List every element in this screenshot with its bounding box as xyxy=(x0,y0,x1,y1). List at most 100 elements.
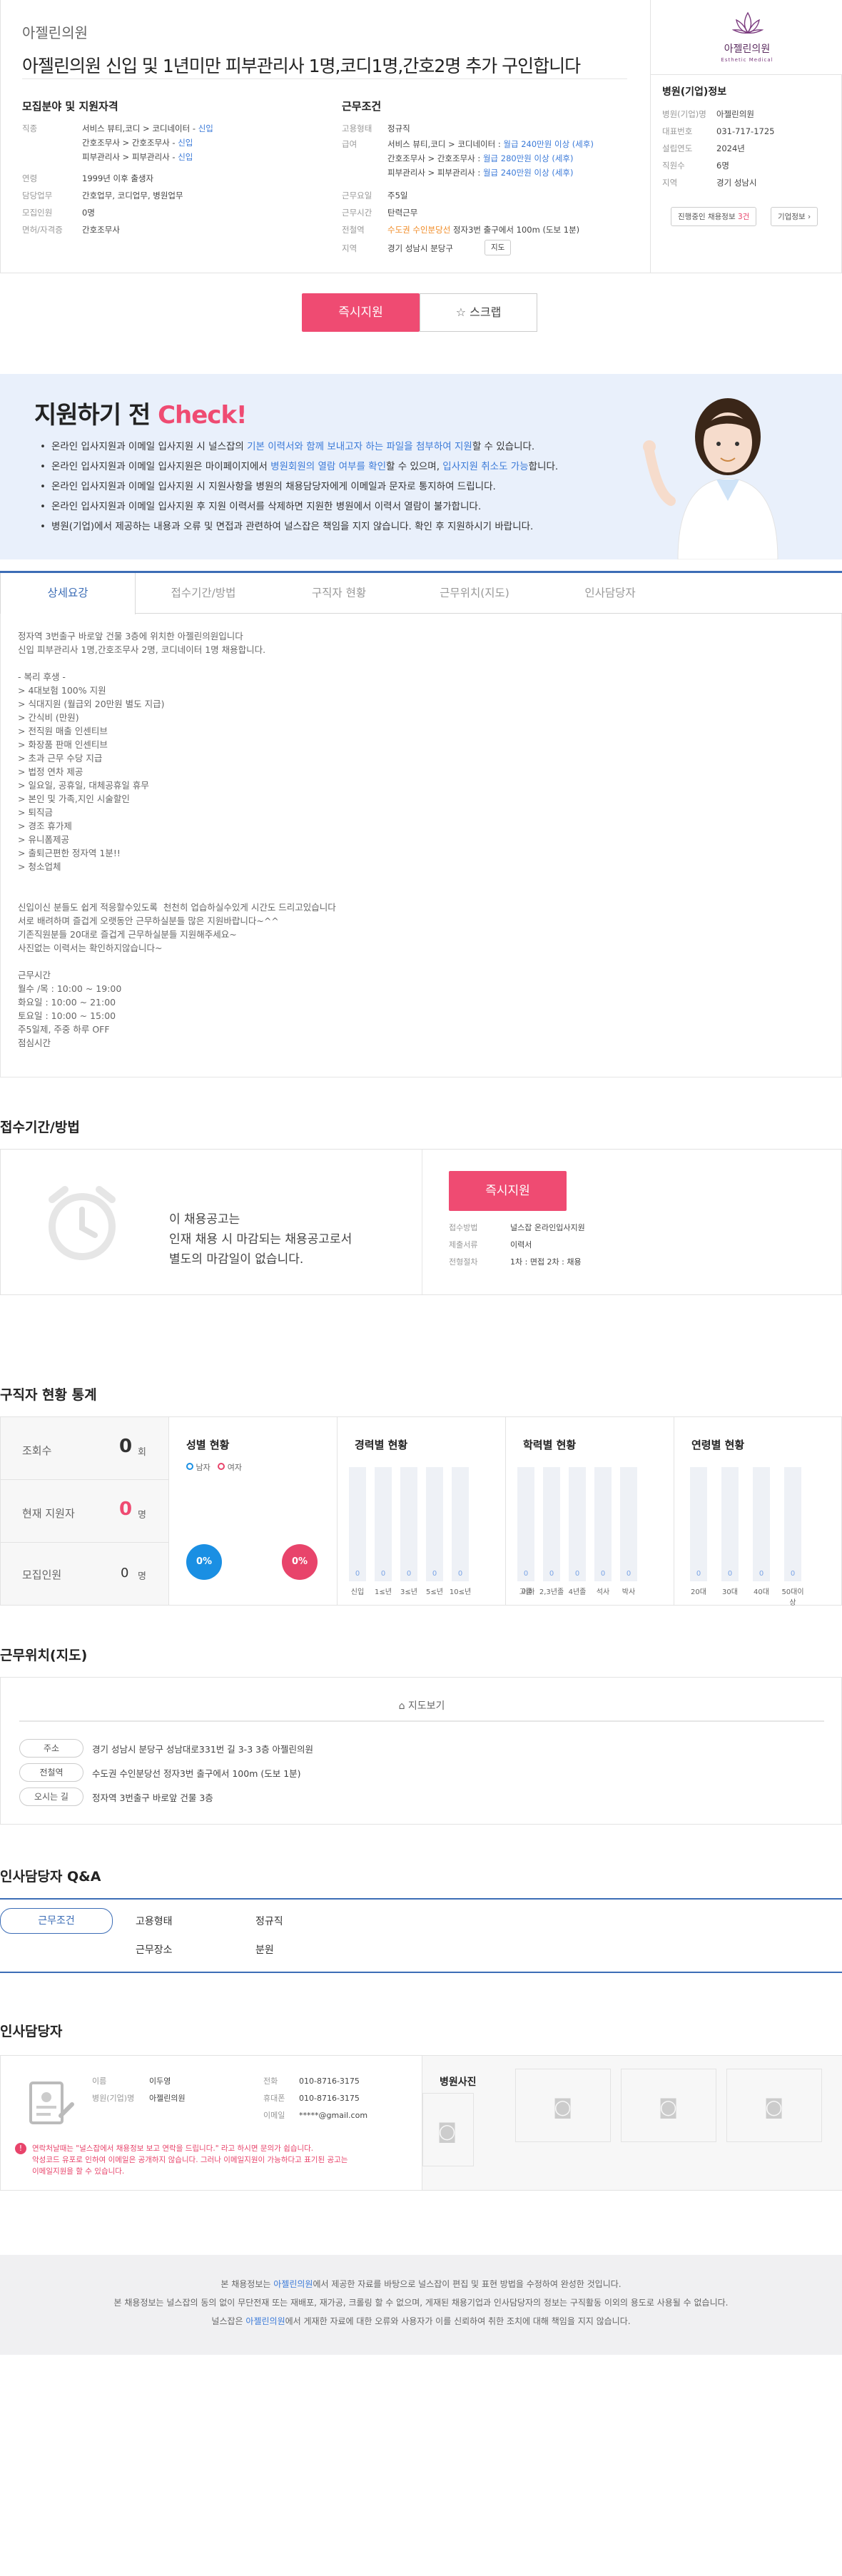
license-value: 간호조무사 xyxy=(82,225,120,235)
hospital-logo[interactable]: 아젤린의원 Esthetic Medical xyxy=(651,0,842,75)
hospital-row-value: 6명 xyxy=(716,161,729,171)
qa-box: 근무조건 고용형태 정규직 근무장소 분원 xyxy=(0,1898,842,1973)
nurse-illustration xyxy=(643,398,778,559)
footer-notice: 본 채용정보는 아젤린의원에서 제공한 자료를 바탕으로 널스잡이 편집 및 표… xyxy=(0,2255,842,2355)
stats-box: 조회수 0 회 현재 지원자 0 명 모집인원 0 명 성별 현황 남자 여자 … xyxy=(0,1416,842,1607)
reception-row-label: 전형절차 xyxy=(449,1257,478,1267)
reception-row-value: 널스잡 온라인입사지원 xyxy=(510,1223,585,1232)
bar-label: 석사 xyxy=(596,1588,610,1596)
applicants-row: 현재 지원자 0 명 xyxy=(1,1480,168,1543)
tab-detail[interactable]: 상세요강 xyxy=(0,573,136,614)
manager-box: 이름 이두영 병원(기업)명 아젤린의원 전화 010-8716-3175 휴대… xyxy=(0,2055,842,2191)
company-info-button[interactable]: 기업정보 › xyxy=(771,207,818,226)
reception-title: 접수기간/방법 xyxy=(0,1120,80,1135)
bar-value: 0 xyxy=(457,1570,463,1578)
emp-value: 정규직 xyxy=(387,123,410,133)
tab-reception[interactable]: 접수기간/방법 xyxy=(136,573,271,614)
profile-document-icon xyxy=(29,2081,74,2124)
stats-title: 구직자 현황 통계 xyxy=(0,1387,97,1403)
bar-label: 40대 xyxy=(754,1588,769,1596)
footer-line: 널스잡은 아젤린의원에서 게재한 자료에 대한 오류와 사용자가 이를 신뢰하여… xyxy=(211,2316,631,2326)
bar-label: 3≤년 xyxy=(400,1588,417,1596)
bar-label: 10≤년 xyxy=(449,1588,472,1596)
reception-row-value: 이력서 xyxy=(510,1240,532,1249)
hospital-row-value: 아젤린의원 xyxy=(716,109,754,119)
recruit-count: 0 xyxy=(121,1566,129,1581)
mobile-label: 휴대폰 xyxy=(263,2094,285,2103)
address-value: 경기 성남시 분당구 성남대로331번 길 3-3 3층 아젤린의원 xyxy=(92,1744,314,1755)
apply-now-button[interactable]: 즉시지원 xyxy=(302,293,420,332)
phone-label: 전화 xyxy=(263,2076,278,2086)
applicants-count: 0 xyxy=(119,1499,133,1520)
bar-label: 30대 xyxy=(722,1588,738,1596)
detail-content: 정자역 3번출구 바로앞 건물 3층에 위치한 아젤린의원입니다 신입 피부관리… xyxy=(0,614,842,1077)
ongoing-jobs-button[interactable]: 진행중인 채용정보 3건 xyxy=(671,207,757,226)
hospital-photo[interactable]: ◙ xyxy=(621,2069,716,2142)
applicants-unit: 명 xyxy=(138,1510,146,1521)
manager-rows-left: 이름 이두영 병원(기업)명 아젤린의원 xyxy=(92,2074,220,2117)
hospital-row-value: 경기 성남시 xyxy=(716,178,757,188)
subway-label: 전철역 xyxy=(19,1763,83,1782)
pay-line: 피부관리사 > 피부관리사 : 월급 240만원 이상 (세후) xyxy=(387,168,574,178)
hospital-photo[interactable]: ◙ xyxy=(515,2069,611,2142)
bar-track xyxy=(784,1467,801,1581)
map-small-button[interactable]: 지도 xyxy=(485,240,512,255)
location-title: 근무위치(지도) xyxy=(0,1648,88,1663)
count-label: 모집인원 xyxy=(22,208,53,218)
manager-name-label: 이름 xyxy=(92,2076,107,2086)
tab-location[interactable]: 근무위치(지도) xyxy=(407,573,542,614)
hospital-info-rows: 병원(기업)명 아젤린의원 대표번호 031-717-1725 설립연도 202… xyxy=(662,107,833,207)
job-values: 서비스 뷰티,코디 > 코디네이터 - 신입 간호조무사 > 간호조무사 - 신… xyxy=(82,121,213,164)
condition-section-title: 근무조건 xyxy=(342,100,382,113)
condition-rows: 고용형태 정규직 급여 서비스 뷰티,코디 > 코디네이터 : 월급 240만원… xyxy=(342,120,641,291)
qa-tab-condition[interactable]: 근무조건 xyxy=(0,1908,113,1934)
views-count: 0 xyxy=(119,1436,133,1457)
license-label: 면허/자격증 xyxy=(22,225,63,235)
hospital-photo[interactable]: ◙ xyxy=(726,2069,822,2142)
bar-value: 0 xyxy=(626,1570,632,1578)
banner-item: 온라인 입사지원과 이메일 입사지원 시 널스잡의 기본 이력서와 함께 보내고… xyxy=(40,437,558,457)
views-unit: 회 xyxy=(138,1447,146,1458)
photo-title: 병원사진 xyxy=(440,2076,477,2088)
tab-manager[interactable]: 인사담당자 xyxy=(542,573,678,614)
bar-value: 0 xyxy=(549,1570,554,1578)
age-panel: 연령별 현황 0 20대 0 30대 0 40대 0 50대이상 xyxy=(674,1417,841,1607)
address-label: 주소 xyxy=(19,1739,83,1758)
qa-value: 정규직 xyxy=(255,1916,283,1927)
hospital-row-label: 설립연도 xyxy=(662,143,693,153)
job-line: 피부관리사 > 피부관리사 - 신입 xyxy=(82,152,193,162)
scrap-button[interactable]: ☆ 스크랩 xyxy=(420,293,537,332)
pay-values: 서비스 뷰티,코디 > 코디네이터 : 월급 240만원 이상 (세후) 간호조… xyxy=(387,137,594,180)
bar-track xyxy=(543,1467,560,1581)
map-view-button[interactable]: ⌂ 지도보기 xyxy=(19,1693,824,1722)
hospital-panel: 아젤린의원 Esthetic Medical 병원(기업)정보 병원(기업)명 … xyxy=(650,0,842,273)
qa-label: 근무장소 xyxy=(136,1944,173,1956)
camera-icon: ◙ xyxy=(553,2095,573,2119)
subway-value: 수도권 수인분당선 정자3번 출구에서 100m (도보 1분) xyxy=(387,225,580,235)
email-label: 이메일 xyxy=(263,2111,285,2120)
job-line: 서비스 뷰티,코디 > 코디네이터 - 신입 xyxy=(82,123,213,133)
reception-apply-button[interactable]: 즉시지원 xyxy=(449,1171,567,1211)
banner-item: 온라인 입사지원과 이메일 입사지원은 마이페이지에서 병원회원의 열람 여부를… xyxy=(40,457,558,477)
mobile-value[interactable]: 010-8716-3175 xyxy=(299,2091,360,2106)
job-label: 직종 xyxy=(22,123,38,133)
hospital-row-label: 대표번호 xyxy=(662,126,693,136)
phone-value[interactable]: 010-8716-3175 xyxy=(299,2074,360,2089)
logo-subtext: Esthetic Medical xyxy=(721,57,773,63)
hospital-photo[interactable]: ◙ xyxy=(422,2093,474,2166)
directions-label: 오시는 길 xyxy=(19,1788,83,1806)
gender-title: 성별 현황 xyxy=(186,1439,230,1451)
qa-title: 인사담당자 Q&A xyxy=(0,1869,101,1885)
count-value: 0명 xyxy=(82,208,95,218)
divider xyxy=(22,78,627,79)
bar-track xyxy=(426,1467,443,1581)
reception-message: 이 채용공고는 인재 채용 시 마감되는 채용공고로서 별도의 마감일이 없습니다. xyxy=(169,1212,352,1267)
camera-icon: ◙ xyxy=(659,2095,679,2119)
bar-value: 0 xyxy=(696,1570,701,1578)
tab-applicants[interactable]: 구직자 현황 xyxy=(271,573,407,614)
clinic-name[interactable]: 아젤린의원 xyxy=(22,21,580,42)
female-percent: 0% xyxy=(282,1544,318,1580)
job-header-card: 아젤린의원 아젤린의원 신입 및 1년미만 피부관리사 1명,코디1명,간호2명… xyxy=(0,0,842,273)
bar-value: 0 xyxy=(380,1570,386,1578)
pay-line: 간호조무사 > 간호조무사 : 월급 280만원 이상 (세후) xyxy=(387,153,574,163)
